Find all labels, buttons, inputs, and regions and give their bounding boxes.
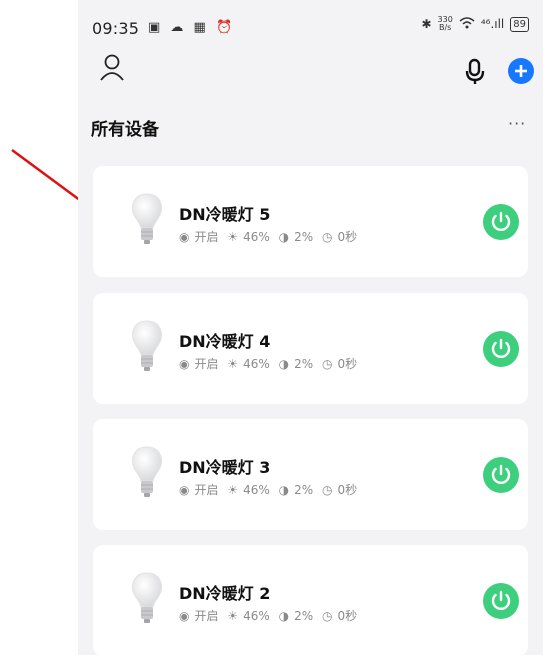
device-timer: 0秒 (337, 230, 358, 244)
brightness-icon: ☀ (227, 483, 239, 497)
device-timer: 0秒 (337, 357, 358, 371)
more-options-button[interactable]: ··· (508, 114, 526, 133)
page-title: 所有设备 (91, 120, 159, 140)
device-status: ◉ 开启 ☀ 46% ◑ 2% ◷ 0秒 (179, 607, 362, 624)
color-temp-icon: ◑ (278, 230, 290, 244)
device-name: DN冷暖灯 2 (179, 584, 271, 603)
power-icon (491, 464, 511, 484)
light-bulb-icon (132, 193, 162, 244)
power-icon (491, 338, 511, 358)
brightness-icon: ☀ (227, 357, 239, 371)
device-card[interactable]: DN冷暖灯 2 ◉ 开启 ☀ 46% ◑ 2% ◷ 0秒 (93, 545, 528, 656)
bluetooth-icon: ✱ (421, 17, 432, 31)
user-icon[interactable] (98, 52, 126, 84)
device-card[interactable]: DN冷暖灯 5 ◉ 开启 ☀ 46% ◑ 2% ◷ 0秒 (93, 166, 528, 277)
power-button[interactable] (483, 457, 519, 493)
net-speed-unit: B/s (439, 23, 452, 32)
notification-icons: ▣ ☁ ▦ ⏰ (148, 20, 236, 35)
phone-screen: 09:35 ▣ ☁ ▦ ⏰ ✱ 330 B/s ⁴⁶.ıll 89 所有设备 ·… (78, 0, 543, 656)
state-icon: ◉ (179, 483, 190, 497)
device-timer: 0秒 (337, 483, 358, 497)
device-color-temp: 2% (294, 357, 314, 371)
power-button[interactable] (483, 331, 519, 367)
device-status: ◉ 开启 ☀ 46% ◑ 2% ◷ 0秒 (179, 481, 362, 498)
timer-icon: ◷ (321, 609, 333, 623)
device-brightness: 46% (243, 609, 270, 623)
status-right: ✱ 330 B/s ⁴⁶.ıll 89 (421, 16, 529, 32)
timer-icon: ◷ (321, 357, 333, 371)
top-toolbar (78, 52, 543, 96)
device-name: DN冷暖灯 3 (179, 458, 271, 477)
device-brightness: 46% (243, 483, 270, 497)
timer-icon: ◷ (321, 230, 333, 244)
power-icon (491, 590, 511, 610)
device-color-temp: 2% (294, 609, 314, 623)
device-name: DN冷暖灯 5 (179, 205, 271, 224)
timer-icon: ◷ (321, 483, 333, 497)
light-bulb-icon (132, 572, 162, 623)
power-icon (491, 211, 511, 231)
status-bar: 09:35 ▣ ☁ ▦ ⏰ ✱ 330 B/s ⁴⁶.ıll 89 (78, 0, 543, 60)
add-device-button[interactable] (508, 58, 534, 84)
microphone-icon[interactable] (464, 58, 486, 86)
wifi-icon (459, 16, 475, 32)
device-state: 开启 (194, 230, 219, 244)
color-temp-icon: ◑ (278, 357, 290, 371)
state-icon: ◉ (179, 357, 190, 371)
net-speed: 330 B/s (438, 16, 453, 32)
battery-icon: 89 (510, 16, 529, 32)
device-brightness: 46% (243, 357, 270, 371)
brightness-icon: ☀ (227, 230, 239, 244)
device-state: 开启 (194, 609, 219, 623)
device-name: DN冷暖灯 4 (179, 332, 271, 351)
device-color-temp: 2% (294, 230, 314, 244)
power-button[interactable] (483, 583, 519, 619)
plus-icon (515, 65, 527, 77)
device-status: ◉ 开启 ☀ 46% ◑ 2% ◷ 0秒 (179, 228, 362, 245)
brightness-icon: ☀ (227, 609, 239, 623)
light-bulb-icon (132, 320, 162, 371)
device-brightness: 46% (243, 230, 270, 244)
status-time: 09:35 (92, 19, 140, 38)
color-temp-icon: ◑ (278, 609, 290, 623)
color-temp-icon: ◑ (278, 483, 290, 497)
device-state: 开启 (194, 357, 219, 371)
signal-icon: ⁴⁶.ıll (480, 17, 505, 31)
device-card[interactable]: DN冷暖灯 4 ◉ 开启 ☀ 46% ◑ 2% ◷ 0秒 (93, 293, 528, 404)
device-state: 开启 (194, 483, 219, 497)
device-timer: 0秒 (337, 609, 358, 623)
power-button[interactable] (483, 204, 519, 240)
device-card[interactable]: DN冷暖灯 3 ◉ 开启 ☀ 46% ◑ 2% ◷ 0秒 (93, 419, 528, 530)
light-bulb-icon (132, 446, 162, 497)
state-icon: ◉ (179, 230, 190, 244)
device-status: ◉ 开启 ☀ 46% ◑ 2% ◷ 0秒 (179, 355, 362, 372)
state-icon: ◉ (179, 609, 190, 623)
device-color-temp: 2% (294, 483, 314, 497)
